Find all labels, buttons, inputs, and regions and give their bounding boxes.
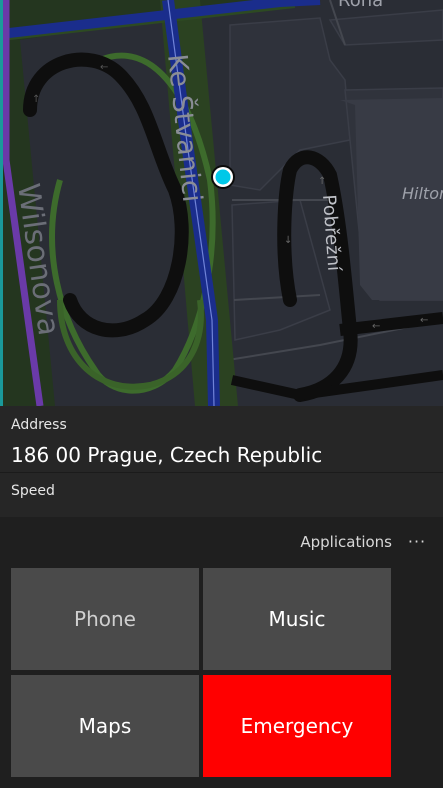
speed-section: Speed (0, 472, 443, 517)
direction-arrow-icon: ↑ (318, 176, 326, 187)
applications-header: Applications (300, 533, 392, 551)
address-label: Address (11, 417, 67, 433)
applications-panel: Applications ··· Phone Music Maps Emerge… (0, 517, 443, 788)
direction-arrow-icon: ↑ (32, 94, 40, 105)
speed-label: Speed (11, 483, 55, 499)
music-tile[interactable]: Music (203, 568, 391, 670)
maps-tile[interactable]: Maps (11, 675, 199, 777)
place-label-hilton: Hilton (402, 184, 443, 203)
more-options-button[interactable]: ··· (403, 527, 431, 555)
address-section: Address 186 00 Prague, Czech Republic (0, 406, 443, 472)
address-value: 186 00 Prague, Czech Republic (11, 443, 323, 467)
phone-tile[interactable]: Phone (11, 568, 199, 670)
direction-arrow-icon: ← (420, 315, 428, 326)
map-view[interactable]: Wilsonova Ke Štvanici Pobřežní Hilton Ro… (0, 0, 443, 406)
more-icon: ··· (407, 531, 427, 551)
direction-arrow-icon: ← (372, 321, 380, 332)
street-label-roha: Rohá (338, 0, 383, 11)
map-canvas[interactable]: Wilsonova Ke Štvanici Pobřežní Hilton Ro… (0, 0, 443, 406)
location-dot-icon[interactable] (211, 165, 235, 189)
direction-arrow-icon: ↓ (284, 235, 292, 246)
direction-arrow-icon: ← (100, 62, 108, 73)
emergency-tile[interactable]: Emergency (203, 675, 391, 777)
